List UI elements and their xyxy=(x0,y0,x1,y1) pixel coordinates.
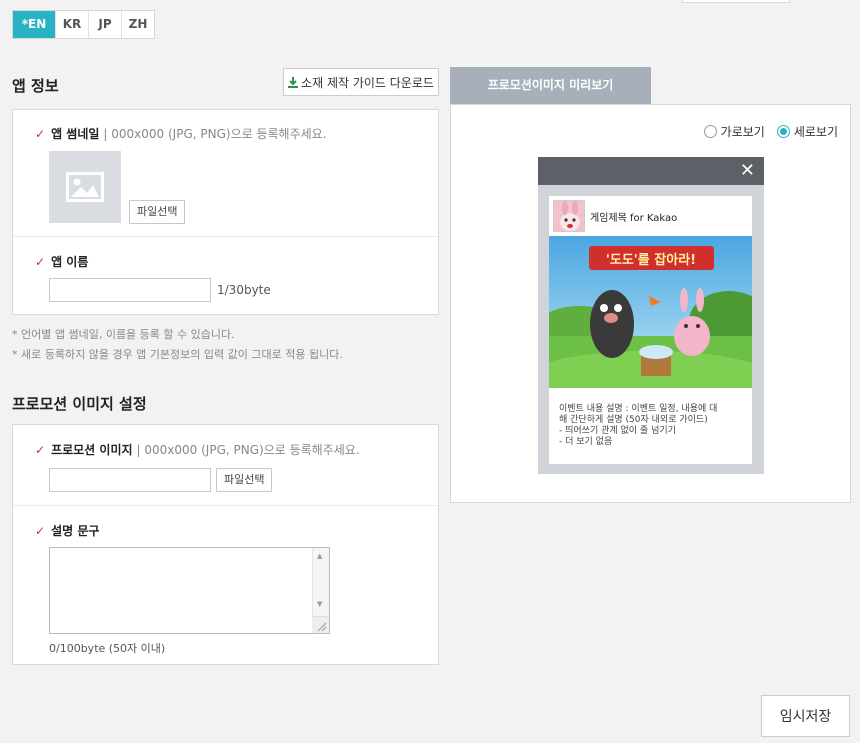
thumbnail-label-row: ✓ 앱 썸네일 | 000x000 (JPG, PNG)으로 등록해주세요. xyxy=(35,125,327,142)
app-name-input[interactable] xyxy=(49,278,211,302)
desc-label: 설명 문구 xyxy=(51,524,100,538)
promo-image-label: 프로모션 이미지 xyxy=(51,443,133,457)
tab-lang-zh[interactable]: ZH xyxy=(121,11,154,38)
thumbnail-placeholder xyxy=(49,151,121,223)
promo-file-button[interactable]: 파일선택 xyxy=(216,468,273,492)
tab-lang-jp[interactable]: JP xyxy=(88,11,121,38)
divider xyxy=(13,236,438,237)
popup-header: 게임제목 for Kakao xyxy=(549,196,752,236)
promo-title: 프로모션 이미지 설정 xyxy=(12,395,147,413)
desc-label-row: ✓ 설명 문구 xyxy=(35,522,99,539)
desc-line-1: 이벤트 내용 설명 : 이벤트 일정, 내용에 대 xyxy=(559,404,718,414)
top-box xyxy=(682,0,790,3)
preview-panel: 가로보기 세로보기 ✕ 게임제목 for Kakao '도도'를 잡아라! 이벤… xyxy=(450,104,851,503)
game-app-icon xyxy=(553,200,585,232)
language-tabs: *EN KR JP ZH xyxy=(12,10,155,39)
radio-landscape[interactable]: 가로보기 xyxy=(703,123,765,140)
note-line-1: * 언어별 앱 썸네일, 이름을 등록 할 수 있습니다. xyxy=(12,328,235,341)
thumbnail-hint: | 000x000 (JPG, PNG)으로 등록해주세요. xyxy=(103,127,327,141)
desc-counter: 0/100byte (50자 이내) xyxy=(49,642,166,655)
guide-download-label: 소재 제작 가이드 다운로드 xyxy=(301,75,434,90)
phone-preview: ✕ 게임제목 for Kakao '도도'를 잡아라! 이벤트 내용 설명: … xyxy=(538,157,764,474)
tab-preview[interactable]: 프로모션이미지 미리보기 xyxy=(450,67,651,104)
game-title: 게임제목 for Kakao xyxy=(590,212,678,224)
thumbnail-label: 앱 썸네일 xyxy=(51,127,100,141)
promo-image-label-row: ✓ 프로모션 이미지 | 000x000 (JPG, PNG)으로 등록해주세요… xyxy=(35,441,360,458)
promo-popup: 게임제목 for Kakao '도도'를 잡아라! 이벤트 내용 설명: 이벤… xyxy=(549,196,752,464)
app-name-label-row: ✓ 앱 이름 xyxy=(35,253,88,270)
desc-line-4: - 더 보기 없음 xyxy=(559,437,613,447)
scroll-down-icon[interactable]: ▼ xyxy=(317,600,322,608)
image-icon xyxy=(66,172,104,202)
guide-download-button[interactable]: 소재 제작 가이드 다운로드 xyxy=(283,68,439,96)
banner-text: '도도'를 잡아라! xyxy=(606,252,696,268)
required-check-icon: ✓ xyxy=(35,442,46,457)
resize-handle-icon[interactable] xyxy=(312,616,329,633)
desc-line-2: 해 간단하게 설명 (50자 내외로 가이드) xyxy=(559,415,708,425)
promo-image-hint: | 000x000 (JPG, PNG)으로 등록해주세요. xyxy=(136,443,360,457)
radio-portrait[interactable]: 세로보기 xyxy=(776,123,838,140)
desc-row: ✓ 설명 문구 ▲ ▼ 0/100byte (50자 이내) xyxy=(13,505,438,665)
thumbnail-file-button[interactable]: 파일선택 xyxy=(129,200,186,224)
app-name-label: 앱 이름 xyxy=(51,255,89,269)
desc-textarea[interactable]: ▲ ▼ xyxy=(49,547,330,634)
orientation-radios: 가로보기 세로보기 xyxy=(703,123,838,140)
promo-panel: ✓ 프로모션 이미지 | 000x000 (JPG, PNG)으로 등록해주세요… xyxy=(12,424,439,665)
promo-file-input[interactable] xyxy=(49,468,211,492)
tab-lang-en[interactable]: *EN xyxy=(13,11,55,38)
desc-line-3: - 띄어쓰기 관계 없이 줄 넘기기 xyxy=(559,426,676,436)
required-check-icon: ✓ xyxy=(35,126,46,141)
promo-banner-image: '도도'를 잡아라! xyxy=(549,236,752,388)
tab-lang-kr[interactable]: KR xyxy=(55,11,88,38)
scroll-up-icon[interactable]: ▲ xyxy=(317,552,322,560)
promo-description: 이벤트 내용 설명 : 이벤트 일정, 내용에 대 해 간단하게 설명 (50자… xyxy=(549,388,752,448)
phone-header: ✕ xyxy=(538,157,764,185)
radio-portrait-label: 세로보기 xyxy=(793,125,838,139)
radio-landscape-circle[interactable] xyxy=(703,125,717,138)
app-info-title: 앱 정보 xyxy=(12,77,59,95)
required-check-icon: ✓ xyxy=(35,254,46,269)
radio-portrait-circle[interactable] xyxy=(776,125,790,138)
app-info-panel: ✓ 앱 썸네일 | 000x000 (JPG, PNG)으로 등록해주세요. 파… xyxy=(12,109,439,315)
download-icon xyxy=(288,76,299,88)
temp-save-button[interactable]: 임시저장 xyxy=(761,695,850,737)
close-icon[interactable]: ✕ xyxy=(740,160,755,181)
note-line-2: * 새로 등록하지 않을 경우 앱 기본정보의 입력 값이 그대로 적용 됩니다… xyxy=(12,348,343,361)
required-check-icon: ✓ xyxy=(35,523,46,538)
app-name-counter: 1/30byte xyxy=(217,283,271,297)
radio-landscape-label: 가로보기 xyxy=(720,125,765,139)
